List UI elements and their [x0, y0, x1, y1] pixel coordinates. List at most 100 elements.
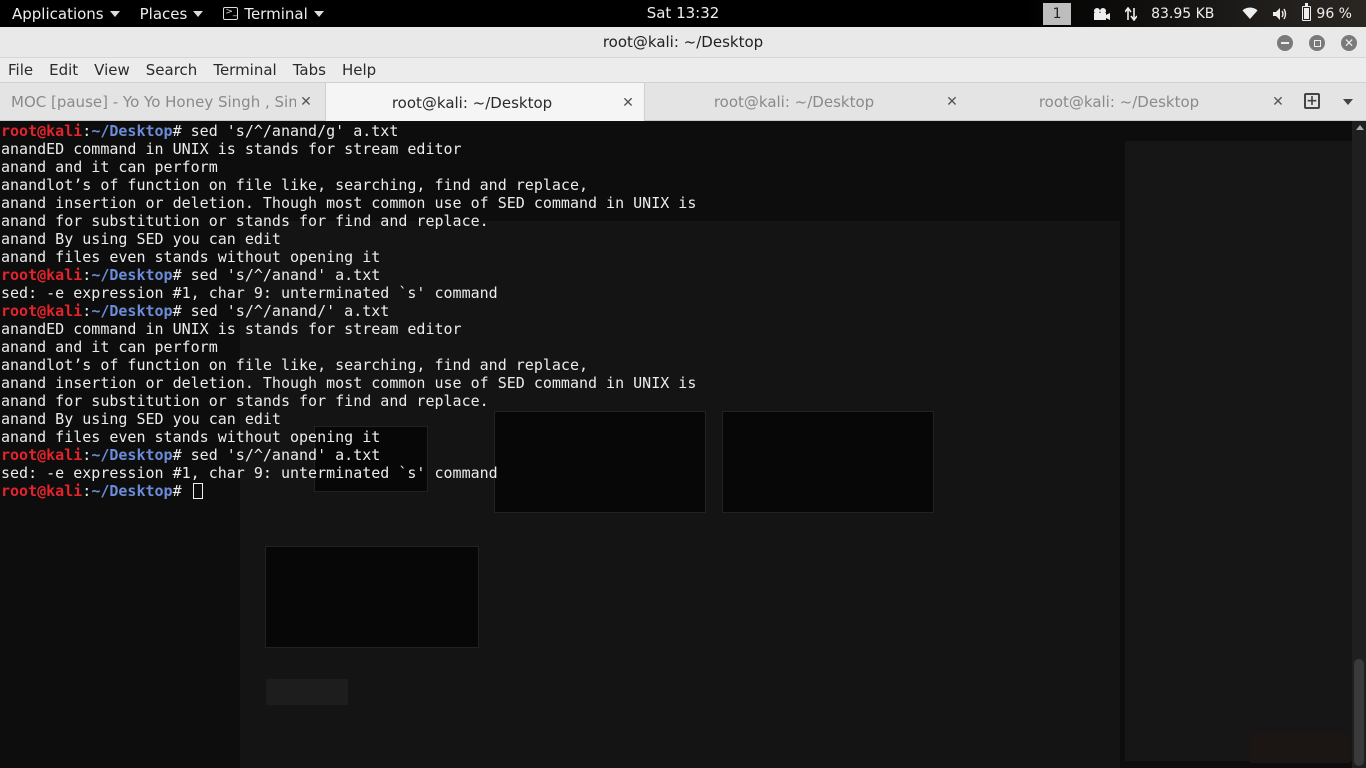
system-tray: 1 83.95 KB 96 % [1023, 0, 1366, 27]
workspace-indicator[interactable]: 1 [1043, 2, 1072, 25]
terminal-output-line: anand By using SED you can edit [1, 230, 281, 248]
terminal-output-line: anand files even stands without opening … [1, 428, 381, 446]
terminal-command-line: root@kali:~/Desktop# [1, 482, 696, 500]
close-tab-icon[interactable]: ✕ [618, 95, 638, 111]
tab-label: MOC [pause] - Yo Yo Honey Singh , Sima..… [11, 93, 296, 111]
terminal-app-menu[interactable]: >_ Terminal [213, 0, 333, 27]
command-text: sed 's/^/anand/g' a.txt [190, 122, 399, 140]
scrollbar-thumb[interactable] [1354, 659, 1364, 766]
window-title: root@kali: ~/Desktop [602, 33, 764, 51]
menu-search[interactable]: Search [138, 58, 206, 83]
prompt-path: ~/Desktop [91, 302, 173, 320]
battery-percent: 96 % [1316, 5, 1352, 22]
terminal-output-line: anand By using SED you can edit [1, 410, 281, 428]
chevron-down-icon [109, 10, 120, 17]
menu-tabs[interactable]: Tabs [285, 58, 334, 83]
menu-edit[interactable]: Edit [41, 58, 86, 83]
prompt-separator: : [82, 122, 92, 140]
prompt-user-host: root@kali [1, 266, 83, 284]
prompt-symbol: # [172, 482, 191, 500]
terminal-cursor [192, 483, 203, 499]
terminal-command-line: root@kali:~/Desktop# sed 's/^/anand' a.t… [1, 266, 696, 284]
background-button [1250, 733, 1350, 763]
tab-moc[interactable]: MOC [pause] - Yo Yo Honey Singh , Sima..… [0, 83, 324, 121]
terminal-output-line: anand insertion or deletion. Though most… [1, 194, 697, 212]
menu-bar: File Edit View Search Terminal Tabs Help [0, 58, 1366, 83]
terminal-icon: >_ [223, 7, 239, 20]
prompt-path: ~/Desktop [91, 446, 173, 464]
prompt-user-host: root@kali [1, 122, 83, 140]
volume-icon[interactable] [1272, 7, 1288, 21]
close-tab-icon[interactable]: ✕ [942, 94, 962, 110]
terminal-output-line: anand for substitution or stands for fin… [1, 212, 489, 230]
wifi-icon[interactable] [1242, 7, 1258, 20]
terminal-view[interactable]: root@kali:~/Desktop# sed 's/^/anand/g' a… [0, 121, 1352, 768]
tab-label: root@kali: ~/Desktop [1038, 93, 1200, 111]
terminal-output: root@kali:~/Desktop# sed 's/^/anand/g' a… [1, 122, 696, 500]
terminal-output-line: anandED command in UNIX is stands for st… [1, 320, 462, 338]
command-text: sed 's/^/anand' a.txt [190, 446, 381, 464]
terminal-output-line: anand files even stands without opening … [1, 248, 381, 266]
prompt-symbol: # [172, 122, 191, 140]
chevron-down-icon [193, 10, 204, 17]
terminal-output-line: anand and it can perform [1, 158, 218, 176]
background-thumbnail [265, 546, 479, 648]
clock[interactable]: Sat 13:32 [647, 0, 720, 27]
prompt-user-host: root@kali [1, 446, 83, 464]
prompt-path: ~/Desktop [91, 482, 173, 500]
tab-list-dropdown-icon[interactable] [1343, 99, 1353, 105]
window-titlebar[interactable]: root@kali: ~/Desktop ✕ [0, 27, 1366, 58]
minimize-button[interactable] [1277, 35, 1293, 51]
terminal-command-line: root@kali:~/Desktop# sed 's/^/anand/g' a… [1, 122, 696, 140]
battery-status[interactable]: 96 % [1302, 3, 1352, 22]
prompt-separator: : [82, 482, 92, 500]
places-menu-label: Places [139, 4, 188, 23]
terminal-app-menu-label: Terminal [244, 4, 308, 23]
prompt-path: ~/Desktop [91, 266, 173, 284]
background-sidebar-shadow [1125, 141, 1352, 761]
new-tab-icon[interactable]: + [1304, 93, 1320, 109]
close-window-button[interactable]: ✕ [1341, 35, 1357, 51]
prompt-user-host: root@kali [1, 482, 83, 500]
tab-terminal-3[interactable]: root@kali: ~/Desktop ✕ [970, 83, 1292, 121]
close-tab-icon[interactable]: ✕ [1268, 94, 1288, 110]
places-menu[interactable]: Places [130, 0, 214, 27]
prompt-separator: : [82, 446, 92, 464]
minimize-icon [1281, 42, 1289, 44]
applications-menu[interactable]: Applications [0, 0, 130, 27]
command-text: sed 's/^/anand/' a.txt [190, 302, 390, 320]
menu-file[interactable]: File [0, 58, 41, 83]
menu-help[interactable]: Help [334, 58, 384, 83]
close-tab-icon[interactable]: ✕ [296, 94, 316, 110]
terminal-output-line: sed: -e expression #1, char 9: untermina… [1, 464, 498, 482]
prompt-symbol: # [172, 266, 191, 284]
menu-terminal[interactable]: Terminal [205, 58, 284, 83]
tab-terminal-active[interactable]: root@kali: ~/Desktop ✕ [325, 83, 645, 122]
tab-terminal-2[interactable]: root@kali: ~/Desktop ✕ [646, 83, 966, 121]
prompt-user-host: root@kali [1, 302, 83, 320]
menu-view[interactable]: View [86, 58, 138, 83]
video-camera-icon[interactable] [1093, 7, 1111, 21]
chevron-down-icon [313, 10, 324, 17]
prompt-separator: : [82, 302, 92, 320]
scroll-up-icon[interactable] [1356, 125, 1364, 130]
terminal-scrollbar[interactable] [1352, 121, 1366, 768]
background-thumbnail [722, 411, 934, 513]
terminal-output-line: anandlot’s of function on file like, sea… [1, 176, 588, 194]
prompt-path: ~/Desktop [91, 122, 173, 140]
tab-label: root@kali: ~/Desktop [391, 93, 553, 112]
terminal-output-line: anandlot’s of function on file like, sea… [1, 356, 588, 374]
maximize-button[interactable] [1309, 35, 1325, 51]
network-rate: 83.95 KB [1151, 5, 1215, 22]
command-text: sed 's/^/anand' a.txt [190, 266, 381, 284]
terminal-command-line: root@kali:~/Desktop# sed 's/^/anand' a.t… [1, 446, 696, 464]
terminal-command-line: root@kali:~/Desktop# sed 's/^/anand/' a.… [1, 302, 696, 320]
terminal-output-line: anandED command in UNIX is stands for st… [1, 140, 462, 158]
terminal-output-line: anand for substitution or stands for fin… [1, 392, 489, 410]
terminal-output-line: anand insertion or deletion. Though most… [1, 374, 697, 392]
tab-label: root@kali: ~/Desktop [713, 93, 875, 111]
applications-menu-label: Applications [12, 4, 104, 23]
background-button [266, 679, 348, 705]
top-panel: Applications Places >_ Terminal Sat 13:3… [0, 0, 1366, 27]
network-icon [1125, 6, 1138, 21]
